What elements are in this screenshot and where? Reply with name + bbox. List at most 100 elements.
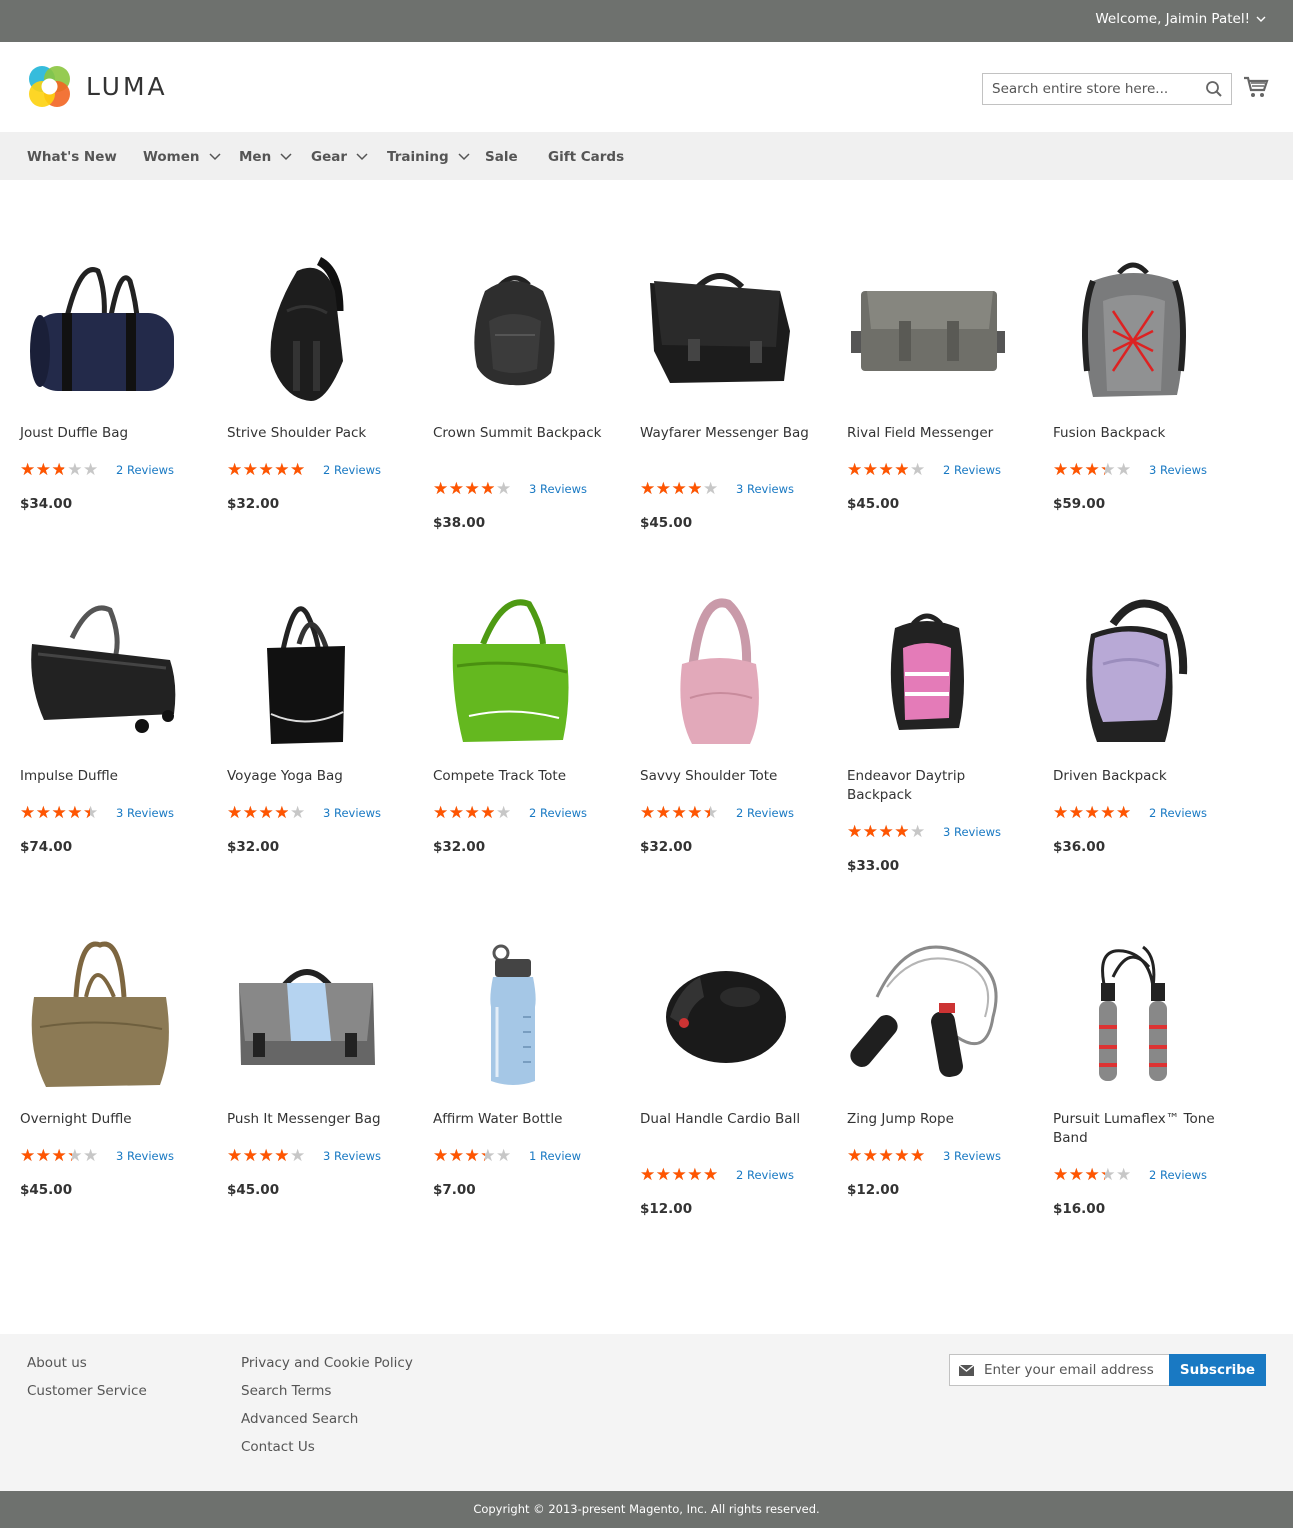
reviews-link[interactable]: 3 Reviews	[323, 1149, 381, 1163]
nav-whats-new[interactable]: What's New	[27, 149, 117, 165]
reviews-link[interactable]: 2 Reviews	[1149, 1168, 1207, 1182]
product-rating: ★★★★★★★★★★ 3 Reviews	[227, 805, 381, 821]
product-image-tan-duffle[interactable]	[20, 937, 180, 1097]
product-image-pink-shoulder-tote[interactable]	[640, 594, 800, 754]
rating-stars: ★★★★★★★★★★	[227, 805, 306, 821]
footer-link-about-us[interactable]: About us	[27, 1355, 87, 1371]
reviews-link[interactable]: 2 Reviews	[736, 1168, 794, 1182]
product-image-black-messenger-bag[interactable]	[640, 251, 800, 411]
cart-icon[interactable]	[1243, 75, 1269, 99]
nav-gear[interactable]: Gear	[311, 149, 368, 165]
rating-stars: ★★★★★★★★★★	[227, 1148, 306, 1164]
product-price: $32.00	[433, 839, 486, 855]
reviews-link[interactable]: 3 Reviews	[943, 1149, 1001, 1163]
product-image-black-yoga-tote[interactable]	[227, 594, 387, 754]
product-item: Dual Handle Cardio Ball ★★★★★ ★★★★★ 2 Rev…	[640, 937, 830, 1217]
footer-link-customer-service[interactable]: Customer Service	[27, 1383, 147, 1399]
product-image-black-rolling-duffle[interactable]	[20, 594, 180, 754]
nav-sale[interactable]: Sale	[485, 149, 518, 165]
product-name[interactable]: Joust Duffle Bag	[20, 424, 190, 443]
product-name[interactable]: Compete Track Tote	[433, 767, 603, 786]
product-name[interactable]: Pursuit Lumaflex™ Tone Band	[1053, 1110, 1223, 1148]
product-rating: ★★★★★★★★★★ 3 Reviews	[20, 1148, 174, 1164]
nav-men[interactable]: Men	[239, 149, 292, 165]
customer-menu[interactable]: Welcome, Jaimin Patel!	[1095, 11, 1266, 27]
product-name[interactable]: Rival Field Messenger	[847, 424, 1017, 443]
product-name[interactable]: Savvy Shoulder Tote	[640, 767, 810, 786]
reviews-link[interactable]: 2 Reviews	[1149, 806, 1207, 820]
newsletter-email-input[interactable]	[984, 1355, 1169, 1385]
product-image-green-tote[interactable]	[433, 594, 593, 754]
rating-stars: ★★★★★★★★★★	[227, 462, 306, 478]
product-image-navy-duffle-bag[interactable]	[20, 251, 180, 411]
reviews-link[interactable]: 3 Reviews	[116, 806, 174, 820]
reviews-link[interactable]: 2 Reviews	[736, 806, 794, 820]
chevron-down-icon	[209, 153, 221, 161]
product-name[interactable]: Endeavor Daytrip Backpack	[847, 767, 1017, 805]
product-name[interactable]: Push It Messenger Bag	[227, 1110, 397, 1129]
product-name[interactable]: Overnight Duffle	[20, 1110, 190, 1129]
store-logo[interactable]: LUMA	[27, 64, 168, 109]
product-name[interactable]: Zing Jump Rope	[847, 1110, 1017, 1129]
product-name[interactable]: Fusion Backpack	[1053, 424, 1223, 443]
nav-label: Training	[387, 149, 449, 165]
reviews-link[interactable]: 3 Reviews	[736, 482, 794, 496]
product-image-pink-backpack[interactable]	[847, 594, 1007, 754]
product-price: $16.00	[1053, 1201, 1106, 1217]
product-image-gray-messenger-bag[interactable]	[847, 251, 1007, 411]
product-rating: ★★★★★★★★★★ 2 Reviews	[1053, 1167, 1207, 1183]
product-name[interactable]: Affirm Water Bottle	[433, 1110, 603, 1129]
search-icon[interactable]	[1205, 80, 1223, 98]
product-name[interactable]: Driven Backpack	[1053, 767, 1223, 786]
footer-link-advanced-search[interactable]: Advanced Search	[241, 1411, 358, 1427]
product-item: Pursuit Lumaflex™ Tone Band ★★★★★★★★★★ 2…	[1053, 937, 1243, 1217]
nav-label: What's New	[27, 149, 117, 165]
reviews-link[interactable]: 2 Reviews	[323, 463, 381, 477]
product-name[interactable]: Voyage Yoga Bag	[227, 767, 397, 786]
product-price: $12.00	[640, 1201, 693, 1217]
product-image-water-bottle[interactable]	[433, 937, 593, 1097]
reviews-link[interactable]: 3 Reviews	[943, 825, 1001, 839]
rating-stars: ★★★★★★★★★★	[20, 462, 99, 478]
reviews-link[interactable]: 2 Reviews	[116, 463, 174, 477]
footer-link-search-terms[interactable]: Search Terms	[241, 1383, 331, 1399]
product-image-gray-red-backpack[interactable]	[1053, 251, 1213, 411]
subscribe-button[interactable]: Subscribe	[1169, 1354, 1266, 1386]
footer-link-contact-us[interactable]: Contact Us	[241, 1439, 315, 1455]
reviews-link[interactable]: 3 Reviews	[116, 1149, 174, 1163]
product-rating: ★★★★★★★★★★ 3 Reviews	[847, 1148, 1001, 1164]
product-name[interactable]: Impulse Duffle	[20, 767, 190, 786]
product-price: $32.00	[227, 496, 280, 512]
nav-training[interactable]: Training	[387, 149, 470, 165]
product-rating: ★★★★★★★★★★ 3 Reviews	[433, 481, 587, 497]
product-rating: ★★★★★★★★★★ 3 Reviews	[847, 824, 1001, 840]
product-price: $7.00	[433, 1182, 476, 1198]
product-rating: ★★★★★★★★★★ 1 Review	[433, 1148, 581, 1164]
search-input[interactable]	[983, 74, 1183, 104]
product-name[interactable]: Crown Summit Backpack	[433, 424, 603, 443]
welcome-text: Welcome, Jaimin Patel!	[1095, 11, 1250, 27]
nav-gift-cards[interactable]: Gift Cards	[548, 149, 624, 165]
footer-link-privacy-policy[interactable]: Privacy and Cookie Policy	[241, 1355, 413, 1371]
reviews-link[interactable]: 3 Reviews	[529, 482, 587, 496]
product-item: Impulse Duffle ★★★★★★★★★★ 3 Reviews $74.…	[20, 594, 210, 855]
product-image-black-backpack[interactable]	[433, 251, 593, 411]
product-image-lavender-backpack[interactable]	[1053, 594, 1213, 754]
product-image-blue-gray-messenger-bag[interactable]	[227, 937, 387, 1097]
product-image-tone-band[interactable]	[1053, 937, 1213, 1097]
reviews-link[interactable]: 2 Reviews	[943, 463, 1001, 477]
product-item: Savvy Shoulder Tote ★★★★★★★★★★ 2 Reviews…	[640, 594, 830, 855]
reviews-link[interactable]: 2 Reviews	[529, 806, 587, 820]
product-name[interactable]: Dual Handle Cardio Ball	[640, 1110, 810, 1129]
rating-stars: ★★★★★★★★★★	[1053, 805, 1132, 821]
product-image-jump-rope[interactable]	[847, 937, 1007, 1097]
reviews-link[interactable]: 3 Reviews	[323, 806, 381, 820]
reviews-link[interactable]: 1 Review	[529, 1149, 581, 1163]
reviews-link[interactable]: 3 Reviews	[1149, 463, 1207, 477]
product-image-cardio-ball[interactable]	[640, 937, 800, 1097]
nav-women[interactable]: Women	[143, 149, 221, 165]
product-name[interactable]: Strive Shoulder Pack	[227, 424, 397, 443]
product-name[interactable]: Wayfarer Messenger Bag	[640, 424, 810, 443]
envelope-icon	[959, 1365, 974, 1376]
product-image-black-sling-pack[interactable]	[227, 251, 387, 411]
